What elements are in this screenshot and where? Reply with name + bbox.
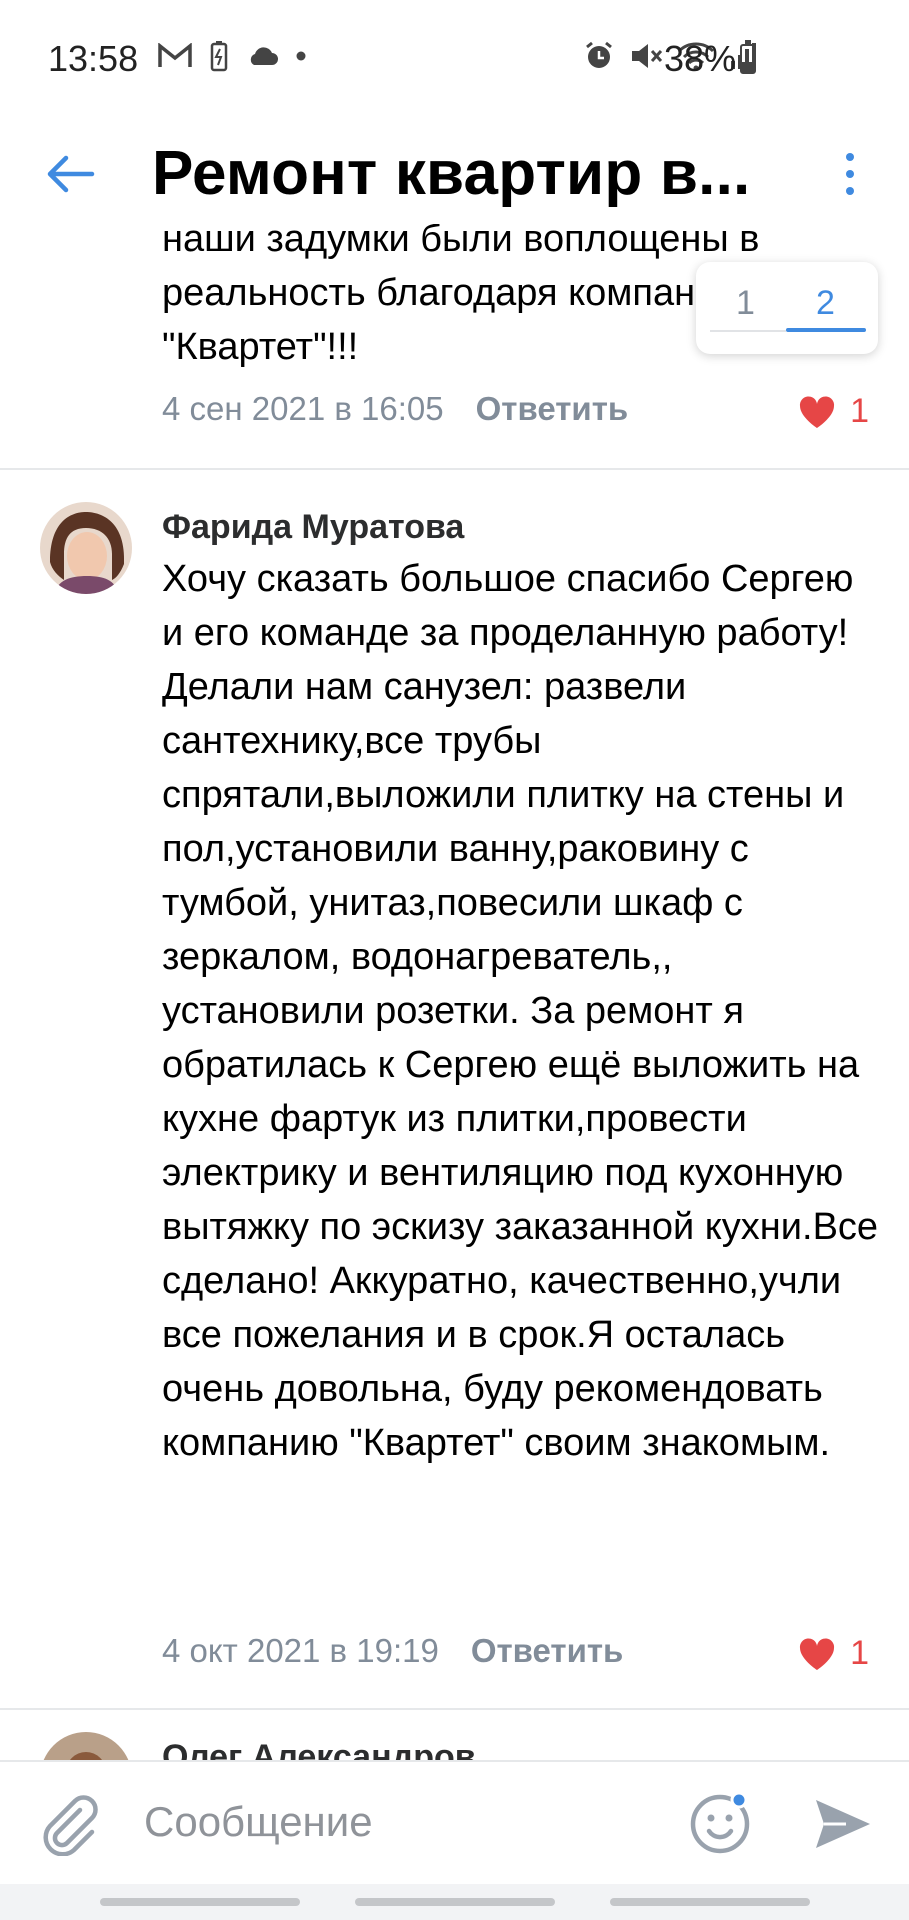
active-page-indicator <box>786 328 866 332</box>
more-dot-icon <box>846 153 854 161</box>
comment-meta: 4 сен 2021 в 16:05 Ответить <box>162 390 628 428</box>
comment-author[interactable]: Олег Александров <box>162 1738 476 1760</box>
mute-icon <box>632 44 663 68</box>
comment-text: Хочу сказать большое спасибо Сергею и ег… <box>162 558 879 1464</box>
avatar[interactable] <box>40 502 132 594</box>
page-title: Ремонт квартир в... <box>152 139 751 208</box>
page-tab-divider <box>710 330 786 332</box>
page-switcher: 1 2 <box>696 262 878 354</box>
status-left-icons <box>158 40 306 72</box>
reply-button[interactable]: Ответить <box>476 390 629 428</box>
system-nav-bar <box>0 1884 909 1920</box>
avatar[interactable] <box>40 1732 132 1760</box>
gmail-icon <box>158 43 192 67</box>
smile-icon <box>690 1791 750 1854</box>
comment-date: 4 сен 2021 в 16:05 <box>162 390 444 427</box>
heart-icon <box>800 395 835 428</box>
comments-list[interactable]: наши задумки были воплощены в реальность… <box>0 224 909 1760</box>
comment-meta: 4 окт 2021 в 19:19 Ответить <box>162 1632 623 1670</box>
status-time: 13:58 <box>48 38 139 79</box>
dot-icon <box>296 51 306 61</box>
avatar-photo-icon <box>40 1732 132 1760</box>
more-options-button[interactable] <box>832 144 868 204</box>
avatar-photo-icon <box>40 502 132 594</box>
nav-home-bar[interactable] <box>355 1898 555 1906</box>
message-composer <box>0 1760 909 1884</box>
attach-button[interactable] <box>40 1792 100 1857</box>
more-dot-icon <box>846 170 854 178</box>
comment-item: Олег Александров <box>0 1708 909 1760</box>
emoji-button[interactable] <box>688 1790 754 1856</box>
heart-icon <box>800 1637 835 1670</box>
nav-back-bar[interactable] <box>610 1898 810 1906</box>
nav-recents-bar[interactable] <box>100 1898 300 1906</box>
like-count: 1 <box>850 392 869 430</box>
cloud-icon <box>250 47 278 65</box>
send-icon <box>816 1800 870 1848</box>
send-button[interactable] <box>810 1792 874 1856</box>
message-input[interactable] <box>144 1792 664 1852</box>
battery-icon <box>740 40 756 74</box>
page-2-tab[interactable]: 2 <box>816 284 835 323</box>
paperclip-icon <box>43 1795 98 1857</box>
back-button[interactable] <box>40 144 100 204</box>
comment-item: Фарида Муратова Хочу сказать большое спа… <box>0 472 909 1732</box>
like-button[interactable]: 1 <box>798 392 869 431</box>
comment-author[interactable]: Фарида Муратова <box>162 508 464 547</box>
reply-button[interactable]: Ответить <box>471 1632 624 1670</box>
comment-date: 4 окт 2021 в 19:19 <box>162 1632 439 1669</box>
top-header: Ремонт квартир в... <box>0 120 909 224</box>
page-1-tab[interactable]: 1 <box>736 284 755 323</box>
more-dot-icon <box>846 187 854 195</box>
like-button[interactable]: 1 <box>798 1634 869 1673</box>
arrow-left-icon <box>47 155 95 193</box>
divider <box>0 468 909 470</box>
like-count: 1 <box>850 1634 869 1672</box>
alarm-icon <box>586 41 612 68</box>
battery-saver-icon <box>210 41 228 72</box>
battery-percent: 38% <box>664 38 737 79</box>
status-bar: 13:58 38% <box>0 0 909 120</box>
